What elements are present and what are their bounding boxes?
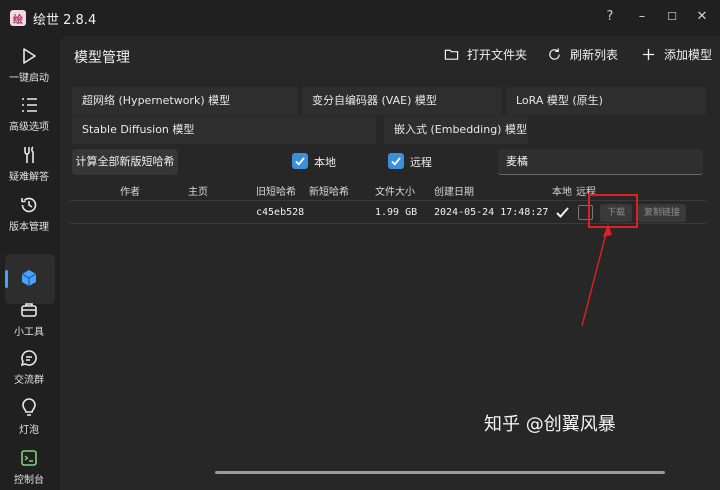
wrench-icon bbox=[24, 146, 34, 163]
column-created[interactable]: 创建日期 bbox=[434, 183, 474, 198]
copy-link-button[interactable]: 复制链接 bbox=[638, 204, 686, 222]
tab-vae[interactable]: 变分自编码器 (VAE) 模型 bbox=[302, 87, 502, 115]
local-checkbox-label: 本地 bbox=[314, 156, 336, 169]
sidebar-item-label: 控制台 bbox=[14, 475, 44, 486]
sidebar-item-versions[interactable]: 版本管理 bbox=[0, 195, 58, 233]
history-icon bbox=[21, 197, 37, 213]
check-icon bbox=[295, 157, 305, 166]
page-title: 模型管理 bbox=[74, 50, 130, 66]
title-bar: 绘 绘世 2.8.4 ? – ☐ ✕ bbox=[0, 0, 720, 36]
cell-size: 1.99 GB bbox=[375, 207, 418, 218]
cell-old-hash: c45eb528 bbox=[256, 207, 305, 218]
sidebar-item-advanced[interactable]: 高级选项 bbox=[0, 95, 58, 133]
sidebar-item-label: 小工具 bbox=[14, 327, 44, 338]
folder-icon bbox=[444, 49, 459, 60]
sidebar-item-label: 版本管理 bbox=[9, 222, 49, 233]
app-logo-icon: 绘 bbox=[10, 10, 26, 26]
tab-hypernetwork[interactable]: 超网络 (Hypernetwork) 模型 bbox=[72, 87, 298, 115]
sidebar-item-label: 疑难解答 bbox=[9, 172, 49, 183]
play-icon bbox=[23, 48, 36, 64]
refresh-list-button[interactable]: 刷新列表 bbox=[547, 46, 618, 63]
sidebar-item-console[interactable]: 控制台 bbox=[0, 448, 58, 486]
local-check-icon bbox=[556, 207, 569, 218]
plus-icon bbox=[642, 48, 655, 61]
list-icon bbox=[22, 98, 37, 112]
annotation-highlight-box bbox=[588, 194, 638, 228]
tab-embedding[interactable]: 嵌入式 (Embedding) 模型 bbox=[384, 116, 528, 144]
sidebar-item-tools[interactable]: 小工具 bbox=[0, 300, 58, 338]
check-icon bbox=[391, 157, 401, 166]
add-model-label: 添加模型 bbox=[664, 48, 713, 62]
maximize-button[interactable]: ☐ bbox=[661, 6, 683, 28]
sidebar-item-label: 高级选项 bbox=[9, 122, 49, 133]
sidebar-item-bulb[interactable]: 灯泡 bbox=[0, 398, 58, 436]
sidebar-item-label: 一键启动 bbox=[9, 73, 49, 84]
refresh-icon bbox=[549, 48, 560, 60]
column-old-hash[interactable]: 旧短哈希 bbox=[256, 183, 296, 198]
window-title: 绘世 2.8.4 bbox=[33, 13, 97, 28]
column-author[interactable]: 作者 bbox=[120, 183, 140, 198]
toolbox-icon bbox=[21, 303, 37, 317]
sidebar-item-label: 交流群 bbox=[14, 375, 44, 386]
column-homepage[interactable]: 主页 bbox=[188, 183, 208, 198]
column-local[interactable]: 本地 bbox=[552, 183, 572, 198]
panel-header: 模型管理 打开文件夹 刷新列表 添加模型 bbox=[60, 36, 720, 76]
help-button[interactable]: ? bbox=[599, 6, 621, 28]
sidebar-item-label: 灯泡 bbox=[19, 425, 39, 436]
open-folder-label: 打开文件夹 bbox=[467, 48, 528, 62]
tab-lora[interactable]: LoRA 模型 (原生) bbox=[506, 87, 706, 115]
column-size[interactable]: 文件大小 bbox=[375, 183, 415, 198]
search-input[interactable]: 麦橘 bbox=[498, 149, 703, 175]
remote-checkbox-label: 远程 bbox=[410, 156, 432, 169]
sidebar-item-launch[interactable]: 一键启动 bbox=[0, 46, 58, 84]
model-manager-panel: 模型管理 打开文件夹 刷新列表 添加模型 超网络 (Hypernetwork) … bbox=[60, 36, 720, 490]
add-model-button[interactable]: 添加模型 bbox=[641, 46, 712, 63]
watermark: 知乎 @创翼风暴 bbox=[484, 414, 616, 435]
console-icon bbox=[21, 450, 37, 466]
column-new-hash[interactable]: 新短哈希 bbox=[309, 183, 349, 198]
local-checkbox[interactable] bbox=[292, 153, 308, 169]
sidebar: 一键启动 高级选项 疑难解答 版本管理 小工具 交流群 灯泡 控制台 bbox=[0, 36, 58, 490]
calc-new-hash-button[interactable]: 计算全部新版短哈希 bbox=[72, 149, 178, 175]
chat-icon bbox=[20, 350, 37, 367]
open-folder-button[interactable]: 打开文件夹 bbox=[444, 46, 527, 63]
bulb-icon bbox=[22, 398, 36, 416]
sidebar-item-community[interactable]: 交流群 bbox=[0, 348, 58, 386]
sidebar-item-models[interactable] bbox=[0, 268, 58, 288]
horizontal-scrollbar[interactable] bbox=[215, 471, 665, 474]
refresh-list-label: 刷新列表 bbox=[570, 48, 619, 62]
remote-checkbox[interactable] bbox=[388, 153, 404, 169]
minimize-button[interactable]: – bbox=[631, 6, 653, 28]
close-button[interactable]: ✕ bbox=[691, 6, 713, 28]
tab-stable-diffusion[interactable]: Stable Diffusion 模型 bbox=[72, 116, 376, 144]
cell-created: 2024-05-24 17:48:27 bbox=[434, 207, 549, 218]
sidebar-item-troubleshoot[interactable]: 疑难解答 bbox=[0, 145, 58, 183]
cube-icon bbox=[21, 270, 37, 286]
